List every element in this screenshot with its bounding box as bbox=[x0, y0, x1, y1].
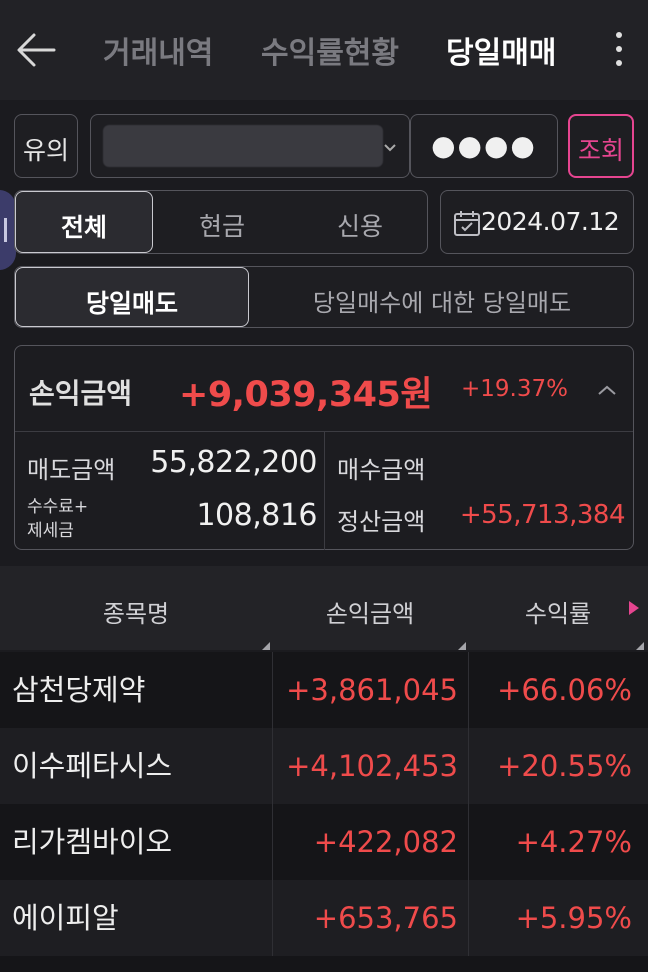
sort-indicator-icon bbox=[636, 642, 644, 650]
table-bottom-strip bbox=[0, 956, 648, 972]
tab-day-trading[interactable]: 당일매매 bbox=[446, 28, 556, 72]
table-row[interactable]: 이수페타시스 +4,102,453 +20.55% bbox=[0, 728, 648, 804]
top-app-bar: 거래내역 수익률현황 당일매매 bbox=[0, 0, 648, 100]
more-vertical-icon bbox=[616, 32, 622, 38]
date-value: 2024.07.12 bbox=[481, 207, 620, 236]
fee-label-line1: 수수료+ bbox=[27, 497, 89, 517]
account-select[interactable] bbox=[90, 114, 410, 178]
tab-return-status[interactable]: 수익률현황 bbox=[261, 28, 399, 72]
tab-same-day-buy-sell-label: 당일매수에 대한 당일매도 bbox=[312, 289, 572, 317]
back-button[interactable] bbox=[14, 30, 58, 70]
segment-all[interactable]: 전체 bbox=[15, 191, 153, 253]
pnl-rate: +19.37% bbox=[461, 376, 568, 402]
notice-button[interactable]: 유의 bbox=[14, 114, 78, 178]
scroll-right-arrow-icon[interactable] bbox=[628, 600, 640, 616]
row-return-rate: +20.55% bbox=[497, 749, 632, 783]
row-stock-name: 리가켐바이오 bbox=[12, 825, 173, 859]
pnl-label: 손익금액 bbox=[29, 377, 133, 410]
pnl-total-value: +9,039,345원 bbox=[179, 375, 433, 415]
tab-transaction-history[interactable]: 거래내역 bbox=[103, 28, 213, 72]
account-number-masked bbox=[103, 125, 383, 167]
sort-indicator-icon bbox=[458, 642, 466, 650]
password-field[interactable]: ●●●● bbox=[410, 114, 558, 178]
settlement-value: +55,713,384 bbox=[459, 500, 626, 530]
row-return-rate: +4.27% bbox=[515, 825, 632, 859]
row-stock-name: 삼천당제약 bbox=[12, 673, 146, 707]
segment-cash[interactable]: 현금 bbox=[153, 191, 291, 253]
segment-credit[interactable]: 신용 bbox=[291, 191, 429, 253]
tab-same-day-buy-sell[interactable]: 당일매수에 대한 당일매도 bbox=[249, 267, 635, 327]
pnl-summary-header[interactable]: 손익금액 +9,039,345원 +19.37% bbox=[15, 346, 633, 432]
handle-grip-icon bbox=[4, 218, 7, 242]
sell-amount-label: 매도금액 bbox=[27, 456, 116, 484]
row-return-rate: +66.06% bbox=[497, 673, 632, 707]
search-button-label: 조회 bbox=[577, 136, 624, 165]
more-dot bbox=[616, 60, 622, 66]
tab-same-day-sell[interactable]: 당일매도 bbox=[15, 267, 249, 327]
settlement-label: 정산금액 bbox=[337, 508, 426, 536]
segment-credit-label: 신용 bbox=[336, 212, 383, 241]
search-button[interactable]: 조회 bbox=[568, 114, 634, 178]
password-mask: ●●●● bbox=[431, 129, 537, 162]
summary-divider bbox=[324, 432, 325, 550]
column-pnl[interactable]: 손익금액 bbox=[272, 594, 468, 629]
sort-indicator-icon bbox=[262, 642, 270, 650]
segment-all-label: 전체 bbox=[60, 213, 107, 242]
chevron-down-icon bbox=[384, 144, 396, 152]
table-row[interactable]: 리가켐바이오 +422,082 +4.27% bbox=[0, 804, 648, 880]
calendar-icon bbox=[454, 211, 480, 236]
row-pnl: +4,102,453 bbox=[286, 749, 458, 783]
row-return-rate: +5.95% bbox=[515, 901, 632, 935]
pnl-summary-card: 손익금액 +9,039,345원 +19.37% 매도금액 55,822,200… bbox=[14, 345, 634, 550]
buy-amount-label: 매수금액 bbox=[337, 456, 426, 484]
row-stock-name: 에이피알 bbox=[12, 901, 119, 935]
more-dot bbox=[616, 46, 622, 52]
trade-type-segment: 당일매도 당일매수에 대한 당일매도 bbox=[14, 266, 634, 328]
chevron-up-icon bbox=[598, 385, 616, 395]
column-return-rate[interactable]: 수익률 bbox=[468, 594, 648, 629]
segment-cash-label: 현금 bbox=[198, 212, 245, 241]
table-row[interactable]: 에이피알 +653,765 +5.95% bbox=[0, 880, 648, 956]
row-pnl: +422,082 bbox=[313, 825, 458, 859]
fee-label-line2: 제세금 bbox=[27, 521, 74, 541]
row-pnl: +653,765 bbox=[313, 901, 458, 935]
column-stock-name[interactable]: 종목명 bbox=[0, 594, 272, 629]
date-picker[interactable]: 2024.07.12 bbox=[440, 190, 634, 254]
sell-amount-value: 55,822,200 bbox=[150, 445, 317, 480]
fee-value: 108,816 bbox=[196, 498, 317, 533]
table-header: 종목명 손익금액 수익률 bbox=[0, 566, 648, 650]
row-stock-name: 이수페타시스 bbox=[12, 749, 173, 783]
column-divider bbox=[468, 652, 469, 972]
table-row[interactable]: 삼천당제약 +3,861,045 +66.06% bbox=[0, 652, 648, 728]
notice-button-label: 유의 bbox=[22, 136, 69, 165]
account-type-segment: 전체 현금 신용 bbox=[14, 190, 428, 254]
tab-same-day-sell-label: 당일매도 bbox=[85, 289, 178, 318]
arrow-left-icon bbox=[17, 33, 56, 67]
row-pnl: +3,861,045 bbox=[286, 673, 458, 707]
more-menu-button[interactable] bbox=[604, 28, 634, 72]
column-divider bbox=[272, 652, 273, 972]
